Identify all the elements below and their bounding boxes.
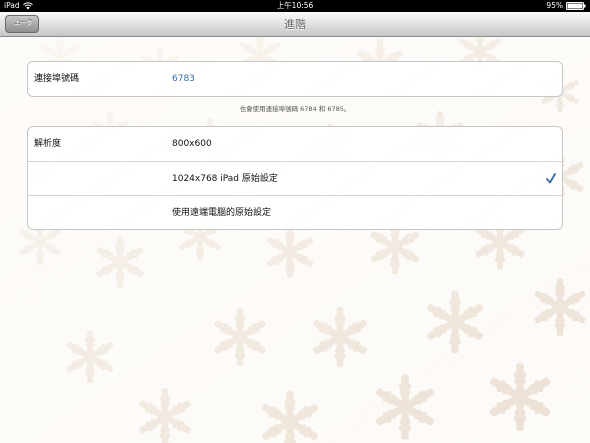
page-title: 進階 — [284, 18, 306, 31]
resolution-option-label: 使用遠端電腦的原始設定 — [172, 208, 272, 218]
snowflake-background — [0, 37, 590, 443]
checkmark-icon — [546, 173, 556, 184]
resolution-option-row[interactable]: 使用遠端電腦的原始設定 — [28, 195, 562, 229]
port-label: 連接埠號碼 — [34, 74, 80, 84]
resolution-option-row[interactable]: 解析度 800x600 — [28, 127, 562, 161]
resolution-option-label: 800x600 — [172, 139, 212, 149]
resolution-label: 解析度 — [34, 139, 62, 149]
battery-percent: 95% — [546, 1, 563, 10]
battery-icon — [566, 2, 586, 10]
navigation-bar: 上一步 進階 — [0, 12, 590, 37]
status-bar: iPad 上午10:56 95% — [0, 0, 590, 12]
port-footer-note: 也會使用連接埠號碼 6784 和 6785。 — [239, 105, 351, 113]
port-value[interactable]: 6783 — [172, 62, 195, 96]
screen: iPad 上午10:56 95% 上一步 進階 連接埠號碼 6783 也會使用連… — [0, 0, 590, 443]
port-row[interactable]: 連接埠號碼 6783 — [28, 62, 562, 96]
port-settings-group: 連接埠號碼 6783 — [27, 61, 563, 97]
status-time: 上午10:56 — [276, 1, 314, 10]
resolution-settings-group: 解析度 800x600 1024x768 iPad 原始設定 使用遠端電腦的原始… — [27, 126, 563, 230]
resolution-option-label: 1024x768 iPad 原始設定 — [172, 174, 278, 184]
resolution-option-row[interactable]: 1024x768 iPad 原始設定 — [28, 161, 562, 195]
